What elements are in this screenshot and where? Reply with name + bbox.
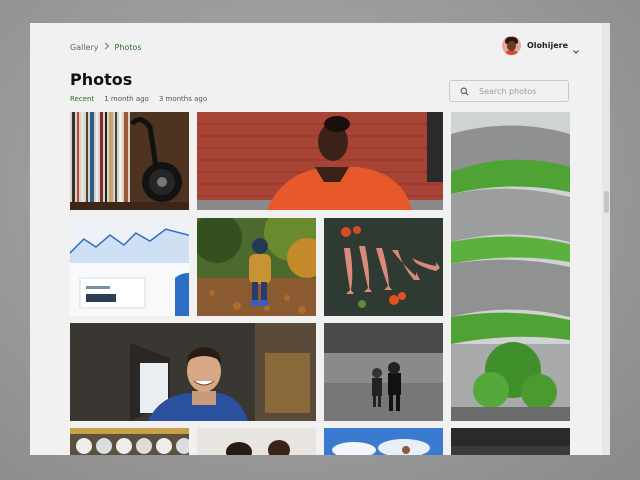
- photo-fish-on-table-image: [324, 218, 443, 316]
- search-icon: [460, 87, 469, 95]
- photo-smiling-man-image: [70, 323, 316, 421]
- photo-vinyl-records-image: [70, 112, 189, 210]
- gallery-app-window: Gallery Photos Olohijere Photos Recent 1…: [30, 23, 610, 455]
- scrollbar-track[interactable]: [602, 23, 610, 455]
- photo-couple[interactable]: [197, 428, 316, 455]
- time-filters: Recent 1 month ago 3 months ago: [70, 95, 217, 103]
- filter-3-months-ago[interactable]: 3 months ago: [159, 95, 207, 103]
- photo-dark-scene-image: [451, 428, 570, 455]
- photo-analytics-screen[interactable]: [70, 218, 189, 316]
- photo-couple-image: [197, 428, 316, 455]
- photo-machinery-image: [70, 428, 189, 455]
- user-menu[interactable]: Olohijere: [502, 35, 580, 55]
- photo-green-building[interactable]: [451, 112, 570, 421]
- photo-machinery[interactable]: [70, 428, 189, 455]
- page-title: Photos: [70, 70, 133, 89]
- chevron-right-icon: [104, 42, 110, 52]
- photo-kids-field[interactable]: [324, 323, 443, 421]
- photo-dark-scene[interactable]: [451, 428, 570, 455]
- username: Olohijere: [527, 40, 569, 50]
- photo-sky-person-image: [324, 428, 443, 455]
- search-input[interactable]: [477, 85, 566, 97]
- photo-fish-on-table[interactable]: [324, 218, 443, 316]
- filter-recent[interactable]: Recent: [70, 95, 94, 103]
- avatar: [502, 35, 521, 55]
- photo-vinyl-records[interactable]: [70, 112, 189, 210]
- search-box[interactable]: [449, 80, 569, 102]
- breadcrumb-gallery-link[interactable]: Gallery: [70, 43, 99, 52]
- chevron-down-icon[interactable]: [572, 41, 580, 54]
- photo-kids-field-image: [324, 323, 443, 421]
- photo-green-building-image: [451, 112, 570, 421]
- photo-child-autumn[interactable]: [197, 218, 316, 316]
- photo-woman-orange-dress[interactable]: [197, 112, 443, 210]
- photo-woman-orange-dress-image: [197, 112, 443, 210]
- photo-child-autumn-image: [197, 218, 316, 316]
- photo-analytics-screen-image: [70, 218, 189, 316]
- breadcrumb-current: Photos: [114, 42, 142, 52]
- filter-1-month-ago[interactable]: 1 month ago: [104, 95, 149, 103]
- photo-smiling-man[interactable]: [70, 323, 316, 421]
- breadcrumb: Gallery Photos: [70, 42, 142, 52]
- scrollbar-thumb[interactable]: [604, 191, 609, 213]
- photo-sky-person[interactable]: [324, 428, 443, 455]
